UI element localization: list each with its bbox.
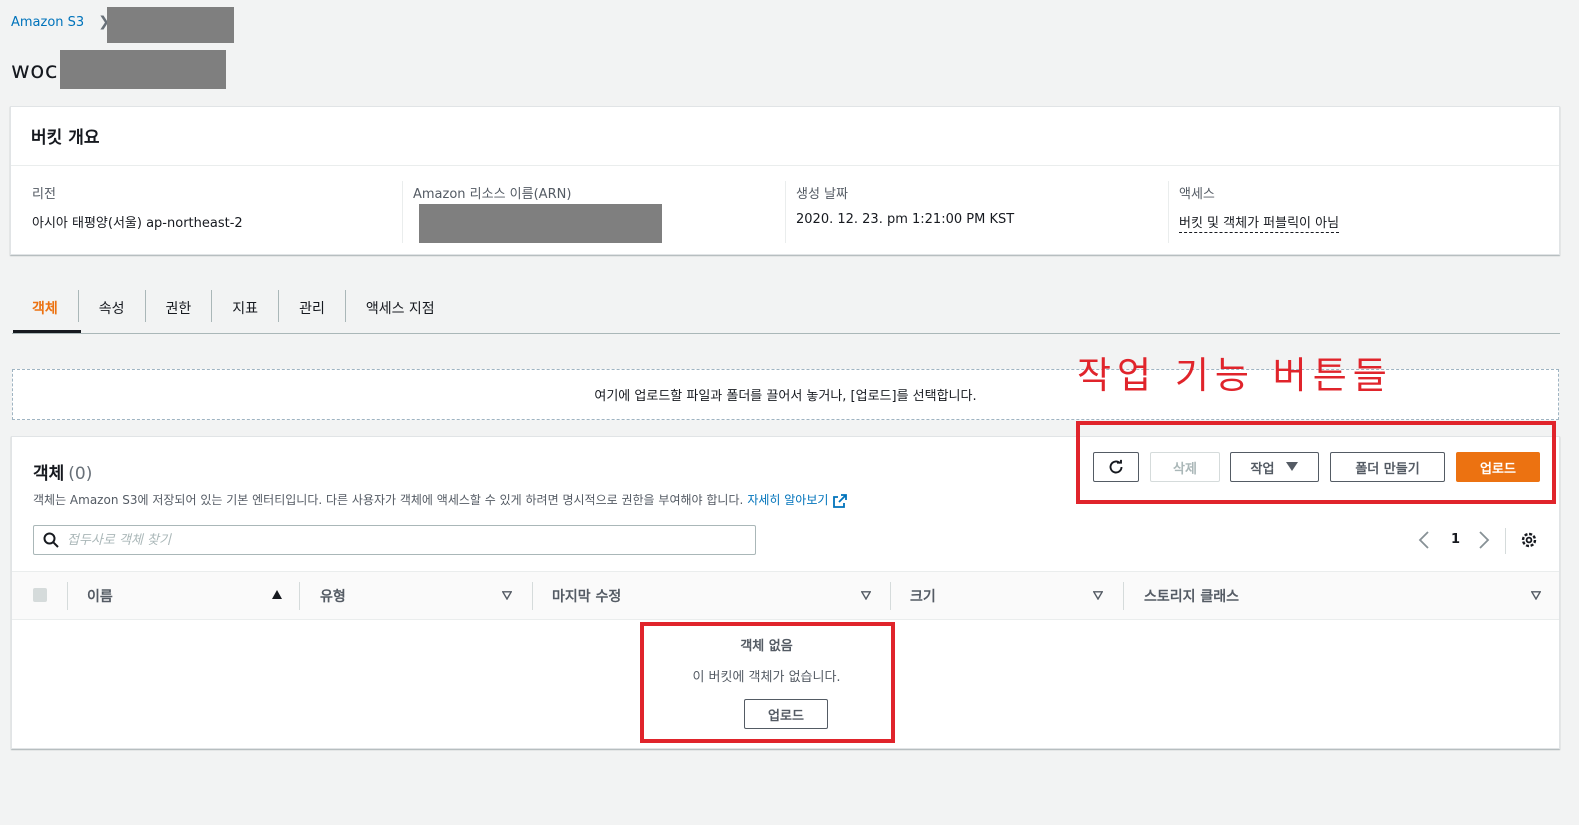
- column-divider: [532, 582, 533, 610]
- column-header-name[interactable]: 이름: [87, 572, 282, 619]
- tab-properties[interactable]: 속성: [79, 290, 146, 322]
- redacted-bucket-name-title: [60, 50, 226, 89]
- column-header-storage-class[interactable]: 스토리지 클래스: [1144, 572, 1541, 619]
- search-icon: [43, 532, 59, 548]
- sort-icon: [861, 591, 871, 600]
- column-header-size[interactable]: 크기: [910, 572, 1103, 619]
- region-value: 아시아 태평양(서울) ap-northeast-2: [32, 216, 243, 231]
- objects-title-text: 객체: [33, 464, 65, 484]
- arn-label: Amazon 리소스 이름(ARN): [413, 187, 572, 202]
- annotation-box-empty-state: [640, 622, 895, 743]
- breadcrumb: Amazon S3 ❯: [11, 12, 122, 32]
- overview-title: 버킷 개요: [11, 107, 1559, 166]
- breadcrumb-amazon-s3-link[interactable]: Amazon S3: [11, 15, 84, 30]
- select-all-checkbox[interactable]: [33, 588, 47, 602]
- search-box[interactable]: [33, 525, 756, 555]
- previous-page-icon[interactable]: [1418, 531, 1430, 549]
- column-name-label: 이름: [87, 588, 113, 605]
- column-header-last-modified[interactable]: 마지막 수정: [552, 572, 871, 619]
- sort-ascending-icon: [272, 590, 282, 599]
- column-divider: [1123, 582, 1124, 610]
- column-divider: [890, 582, 891, 610]
- created-label: 생성 날짜: [796, 187, 848, 202]
- column-divider: [299, 582, 300, 610]
- redacted-arn-value: [419, 204, 662, 243]
- access-value[interactable]: 버킷 및 객체가 퍼블릭이 아님: [1179, 212, 1340, 233]
- redacted-bucket-name-breadcrumb: [107, 7, 234, 43]
- column-last-modified-label: 마지막 수정: [552, 588, 622, 605]
- overview-region: 리전 아시아 태평양(서울) ap-northeast-2: [22, 181, 402, 243]
- annotation-box-action-buttons: [1076, 421, 1556, 504]
- tab-management[interactable]: 관리: [279, 290, 346, 322]
- access-label: 액세스: [1179, 187, 1215, 202]
- dropzone-text: 여기에 업로드할 파일과 폴더를 끌어서 놓거나, [업로드]를 선택합니다.: [594, 389, 977, 404]
- sort-icon: [502, 591, 512, 600]
- search-input[interactable]: [67, 532, 707, 548]
- page-title: woc: [11, 58, 59, 84]
- gear-icon[interactable]: [1520, 531, 1538, 549]
- sort-icon: [1093, 591, 1103, 600]
- sort-icon: [1531, 591, 1541, 600]
- objects-title: 객체 (0): [33, 459, 92, 484]
- bucket-overview-panel: 버킷 개요 리전 아시아 태평양(서울) ap-northeast-2 Amaz…: [10, 106, 1560, 255]
- column-size-label: 크기: [910, 588, 936, 605]
- active-tab-indicator: [13, 330, 81, 333]
- annotation-label: 작업 기능 버튼들: [1077, 354, 1393, 397]
- learn-more-link[interactable]: 자세히 알아보기: [747, 493, 828, 507]
- column-storage-class-label: 스토리지 클래스: [1144, 588, 1240, 605]
- tab-metrics[interactable]: 지표: [212, 290, 280, 322]
- objects-description-text: 객체는 Amazon S3에 저장되어 있는 기본 엔터티입니다. 다른 사용자…: [33, 493, 744, 507]
- tab-access-points[interactable]: 액세스 지점: [346, 290, 455, 322]
- objects-description: 객체는 Amazon S3에 저장되어 있는 기본 엔터티입니다. 다른 사용자…: [33, 491, 848, 508]
- column-header-type[interactable]: 유형: [320, 572, 512, 619]
- tab-permissions[interactable]: 권한: [146, 290, 213, 322]
- table-header: 이름 유형 마지막 수정 크기 스토리지 클래스: [12, 571, 1559, 620]
- pager-divider: [1505, 528, 1506, 554]
- overview-created: 생성 날짜 2020. 12. 23. pm 1:21:00 PM KST: [785, 181, 1168, 243]
- region-label: 리전: [32, 187, 56, 202]
- objects-count: (0): [68, 464, 93, 484]
- tab-objects[interactable]: 객체: [12, 290, 79, 322]
- next-page-icon[interactable]: [1478, 531, 1490, 549]
- tab-bar: 객체 속성 권한 지표 관리 액세스 지점: [12, 288, 1560, 334]
- column-divider: [67, 582, 68, 610]
- overview-access: 액세스 버킷 및 객체가 퍼블릭이 아님: [1168, 181, 1548, 243]
- current-page-number[interactable]: 1: [1451, 532, 1460, 547]
- external-link-icon[interactable]: [833, 493, 848, 508]
- created-value: 2020. 12. 23. pm 1:21:00 PM KST: [796, 212, 1015, 227]
- column-type-label: 유형: [320, 588, 346, 605]
